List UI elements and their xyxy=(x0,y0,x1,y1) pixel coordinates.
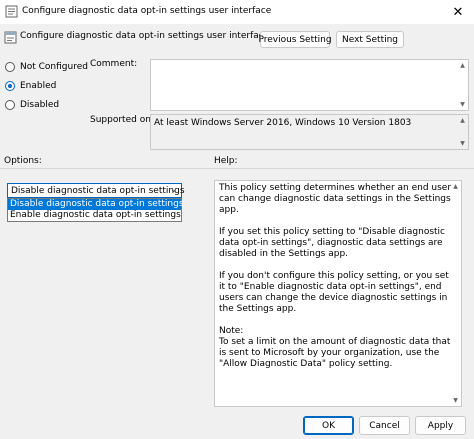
help-paragraph: Note: To set a limit on the amount of di… xyxy=(219,326,451,369)
next-setting-button[interactable]: Next Setting xyxy=(336,31,404,48)
policy-setting-icon xyxy=(4,31,17,44)
close-button[interactable]: ✕ xyxy=(442,0,474,24)
help-paragraph: This policy setting determines whether a… xyxy=(219,183,452,215)
options-dropdown-list[interactable]: Disable diagnostic data opt-in settings … xyxy=(7,198,184,222)
cancel-label: Cancel xyxy=(369,420,400,431)
title-bar: Configure diagnostic data opt-in setting… xyxy=(0,0,474,24)
scroll-up-icon[interactable]: ▲ xyxy=(451,182,460,191)
help-paragraph: If you don't configure this policy setti… xyxy=(219,271,449,314)
radio-disabled[interactable]: Disabled xyxy=(5,100,59,110)
help-paragraph: If you set this policy setting to "Disab… xyxy=(219,227,445,259)
ok-button[interactable]: OK xyxy=(303,416,354,435)
window-title: Configure diagnostic data opt-in setting… xyxy=(22,6,272,16)
help-text-box[interactable]: This policy setting determines whether a… xyxy=(214,180,462,407)
comment-label: Comment: xyxy=(90,59,138,69)
supported-on-value: At least Windows Server 2016, Windows 10… xyxy=(154,118,412,128)
apply-button[interactable]: Apply xyxy=(415,416,466,435)
comment-field[interactable]: ▲ ▼ xyxy=(150,59,469,111)
ok-label: OK xyxy=(322,420,335,431)
options-combo-value: Disable diagnostic data opt-in settings xyxy=(11,185,185,196)
close-icon: ✕ xyxy=(452,4,464,20)
scroll-down-icon[interactable]: ▼ xyxy=(451,396,460,405)
radio-not-configured[interactable]: Not Configured xyxy=(5,62,88,72)
help-label: Help: xyxy=(214,156,238,166)
radio-not-configured-label: Not Configured xyxy=(20,62,88,72)
scroll-up-icon[interactable]: ▲ xyxy=(458,116,467,125)
chevron-down-icon[interactable]: ⌄ xyxy=(170,185,177,194)
previous-setting-label: Previous Setting xyxy=(258,34,332,45)
dropdown-item-enable[interactable]: Enable diagnostic data opt-in settings xyxy=(8,210,181,221)
next-setting-label: Next Setting xyxy=(341,34,399,45)
options-combo-box[interactable]: Disable diagnostic data opt-in settings … xyxy=(7,183,185,198)
radio-enabled-label: Enabled xyxy=(20,81,57,91)
radio-enabled-circle[interactable] xyxy=(5,81,15,91)
radio-disabled-circle[interactable] xyxy=(5,100,15,110)
setting-title: Configure diagnostic data opt-in setting… xyxy=(20,31,270,41)
scroll-down-icon[interactable]: ▼ xyxy=(458,100,467,109)
section-divider xyxy=(0,168,474,169)
supported-on-field: At least Windows Server 2016, Windows 10… xyxy=(150,114,469,150)
settings-document-icon xyxy=(5,5,18,18)
previous-setting-button[interactable]: Previous Setting xyxy=(258,31,332,48)
radio-not-configured-circle[interactable] xyxy=(5,62,15,72)
radio-disabled-label: Disabled xyxy=(20,100,60,110)
supported-on-label: Supported on: xyxy=(90,115,154,125)
radio-enabled[interactable]: Enabled xyxy=(5,81,56,91)
scroll-up-icon[interactable]: ▲ xyxy=(458,61,467,70)
dropdown-item-disable[interactable]: Disable diagnostic data opt-in settings xyxy=(8,199,184,210)
cancel-button[interactable]: Cancel xyxy=(359,416,410,435)
options-label: Options: xyxy=(4,156,42,166)
apply-label: Apply xyxy=(427,420,454,431)
scroll-down-icon[interactable]: ▼ xyxy=(458,139,467,148)
